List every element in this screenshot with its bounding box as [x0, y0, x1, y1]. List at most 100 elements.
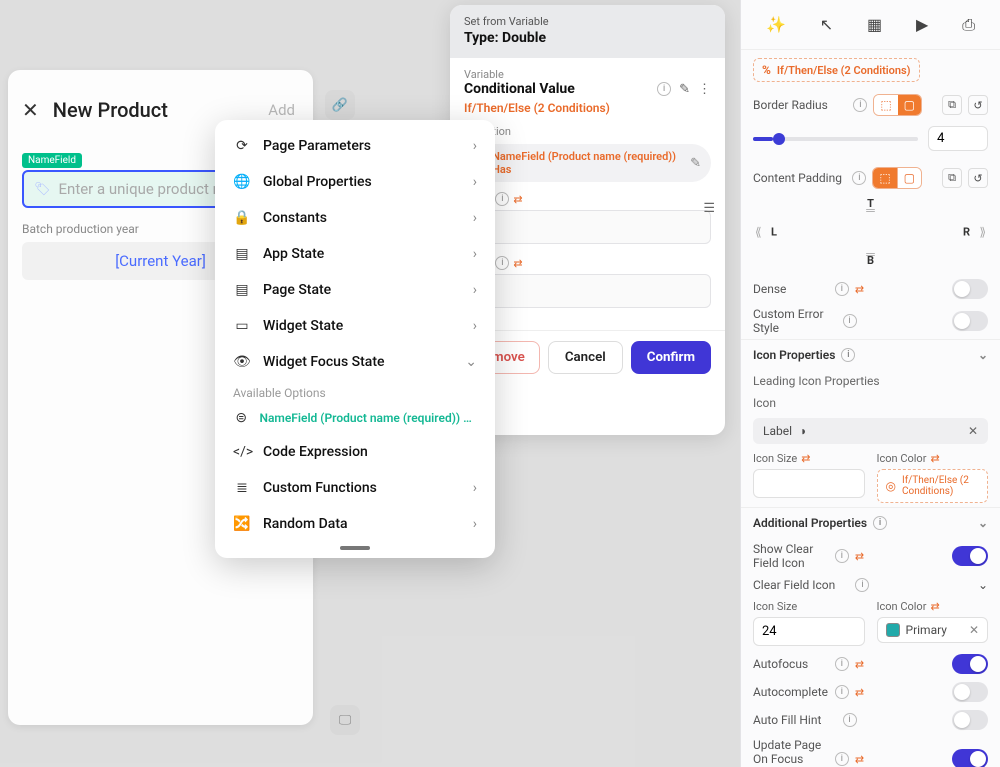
magic-icon[interactable]: ✨ — [766, 15, 786, 34]
info-icon[interactable]: i — [855, 578, 869, 592]
popover-item-random-data[interactable]: 🔀Random Data› — [215, 506, 495, 542]
dense-toggle[interactable] — [952, 279, 988, 299]
confirm-button[interactable]: Confirm — [631, 341, 711, 374]
ifthen-chip[interactable]: % If/Then/Else (2 Conditions) — [753, 58, 920, 82]
info-icon[interactable]: i — [853, 98, 867, 112]
popover-item-code-expression[interactable]: </>Code Expression — [215, 434, 495, 470]
custom-error-toggle[interactable] — [952, 311, 988, 331]
cursor-icon[interactable]: ↖ — [820, 15, 833, 34]
clear-icon-color-select[interactable]: Primary ✕ — [877, 617, 989, 643]
more-icon[interactable]: ⋮ — [698, 82, 711, 97]
condition-label: Condition — [464, 125, 711, 138]
clear-icon[interactable]: ✕ — [969, 623, 979, 637]
popover-item-page-parameters[interactable]: ⟳Page Parameters› — [215, 128, 495, 164]
popover-item-page-state[interactable]: ▤Page State› — [215, 272, 495, 308]
reset-icon[interactable]: ↺ — [968, 168, 988, 188]
chevron-right-icon: › — [473, 246, 477, 262]
play-icon[interactable]: ▶ — [916, 15, 928, 34]
icon-selector[interactable]: Label ◗ ✕ — [753, 418, 988, 444]
info-icon[interactable]: i — [657, 82, 671, 96]
cancel-button[interactable]: Cancel — [548, 341, 623, 374]
variable-hint-icon[interactable]: ⇄ — [513, 193, 522, 206]
chevron-right-icon: › — [473, 516, 477, 532]
popover-item-constants[interactable]: 🔒Constants› — [215, 200, 495, 236]
info-icon[interactable]: i — [495, 192, 509, 206]
autofill-toggle[interactable] — [952, 710, 988, 730]
padding-mode[interactable]: ⬚▢ — [872, 167, 922, 189]
info-icon[interactable]: i — [873, 516, 887, 530]
reset-icon[interactable]: ↺ — [968, 95, 988, 115]
border-radius-slider[interactable] — [753, 137, 918, 141]
info-icon[interactable]: i — [843, 314, 857, 328]
icon-selector-label: Label — [763, 424, 792, 438]
padding-grid[interactable]: ═ T ⟪ L ⟫ R B ═ — [753, 197, 988, 267]
variable-hint-icon[interactable]: ⇄ — [855, 550, 864, 563]
clear-icon[interactable]: ✕ — [968, 424, 978, 438]
add-button[interactable]: Add — [268, 101, 295, 119]
show-clear-toggle[interactable] — [952, 546, 988, 566]
variable-hint-icon[interactable]: ⇄ — [930, 600, 939, 613]
value1-input[interactable] — [464, 210, 711, 244]
variable-hint-icon[interactable]: ⇄ — [513, 257, 522, 270]
popover-item-custom-functions[interactable]: ≣Custom Functions› — [215, 470, 495, 506]
variable-hint-icon[interactable]: ⇄ — [930, 452, 939, 465]
chevron-right-icon: › — [473, 480, 477, 496]
popover-selected-option[interactable]: ⊜NameField (Product name (required)) Has… — [215, 402, 495, 434]
link-icon[interactable]: 🔗 — [325, 90, 355, 120]
edit-condition-icon[interactable]: ✎ — [690, 156, 701, 171]
function-icon: ≣ — [233, 480, 251, 496]
color-swatch — [886, 623, 900, 637]
grid-icon[interactable]: ▦ — [867, 15, 882, 34]
info-icon[interactable]: i — [495, 256, 509, 270]
update-focus-toggle[interactable] — [952, 749, 988, 767]
export-icon[interactable]: ⎙ — [962, 15, 975, 35]
autofill-label: Auto Fill Hint — [753, 713, 837, 727]
copy-icon[interactable]: ⧉ — [942, 168, 962, 188]
close-icon[interactable]: ✕ — [22, 98, 39, 122]
copy-icon[interactable]: ⧉ — [942, 95, 962, 115]
chevron-down-icon: ⌄ — [465, 354, 477, 370]
autocomplete-toggle[interactable] — [952, 682, 988, 702]
popover-item-widget-state[interactable]: ▭Widget State› — [215, 308, 495, 344]
info-icon[interactable]: i — [835, 752, 849, 766]
chevron-right-icon: › — [473, 318, 477, 334]
icon-color-select[interactable]: ◎ If/Then/Else (2 Conditions) — [877, 469, 989, 503]
variable-hint-icon[interactable]: ⇄ — [855, 686, 864, 699]
info-icon[interactable]: i — [841, 348, 855, 362]
variable-hint-icon[interactable]: ⇄ — [855, 283, 864, 296]
border-radius-input[interactable] — [928, 126, 988, 151]
icon-size-label: Icon Size — [753, 452, 797, 465]
icon-label: Icon — [741, 392, 1000, 414]
icon-properties-section[interactable]: Icon Propertiesi⌄ — [741, 339, 1000, 370]
autofocus-toggle[interactable] — [952, 654, 988, 674]
border-radius-mode[interactable]: ⬚▢ — [873, 94, 922, 116]
info-icon[interactable]: i — [835, 657, 849, 671]
additional-properties-section[interactable]: Additional Propertiesi⌄ — [741, 507, 1000, 538]
info-icon[interactable]: i — [835, 549, 849, 563]
value2-input[interactable] — [464, 274, 711, 308]
hamburger-icon[interactable]: ☰ — [703, 201, 715, 216]
monitor-icon[interactable]: 🖵 — [330, 705, 360, 735]
popover-item-global-properties[interactable]: 🌐Global Properties› — [215, 164, 495, 200]
info-icon[interactable]: i — [835, 282, 849, 296]
chevron-right-icon: › — [473, 138, 477, 154]
variable-hint-icon[interactable]: ⇄ — [801, 452, 810, 465]
chevron-down-icon[interactable]: ⌄ — [978, 578, 988, 592]
popover-item-app-state[interactable]: ▤App State› — [215, 236, 495, 272]
clear-icon-size-input[interactable] — [753, 617, 865, 646]
drag-handle[interactable] — [340, 546, 370, 550]
ifthen-summary[interactable]: If/Then/Else (2 Conditions) — [464, 101, 711, 115]
doc-icon: ▤ — [233, 246, 251, 262]
condition-pill[interactable]: ⊜ NameField (Product name (required)) Ha… — [464, 144, 711, 182]
shuffle-icon: 🔀 — [233, 516, 251, 532]
info-icon[interactable]: i — [843, 713, 857, 727]
popover-item-widget-focus-state[interactable]: 👁Widget Focus State⌄ — [215, 344, 495, 380]
variable-hint-icon[interactable]: ⇄ — [855, 658, 864, 671]
show-clear-label: Show Clear Field Icon — [753, 542, 829, 570]
info-icon[interactable]: i — [852, 171, 866, 185]
variable-hint-icon[interactable]: ⇄ — [855, 753, 864, 766]
edit-icon[interactable]: ✎ — [679, 82, 690, 97]
info-icon[interactable]: i — [835, 685, 849, 699]
custom-error-label: Custom Error Style — [753, 307, 837, 335]
icon-size-input[interactable] — [753, 469, 865, 498]
